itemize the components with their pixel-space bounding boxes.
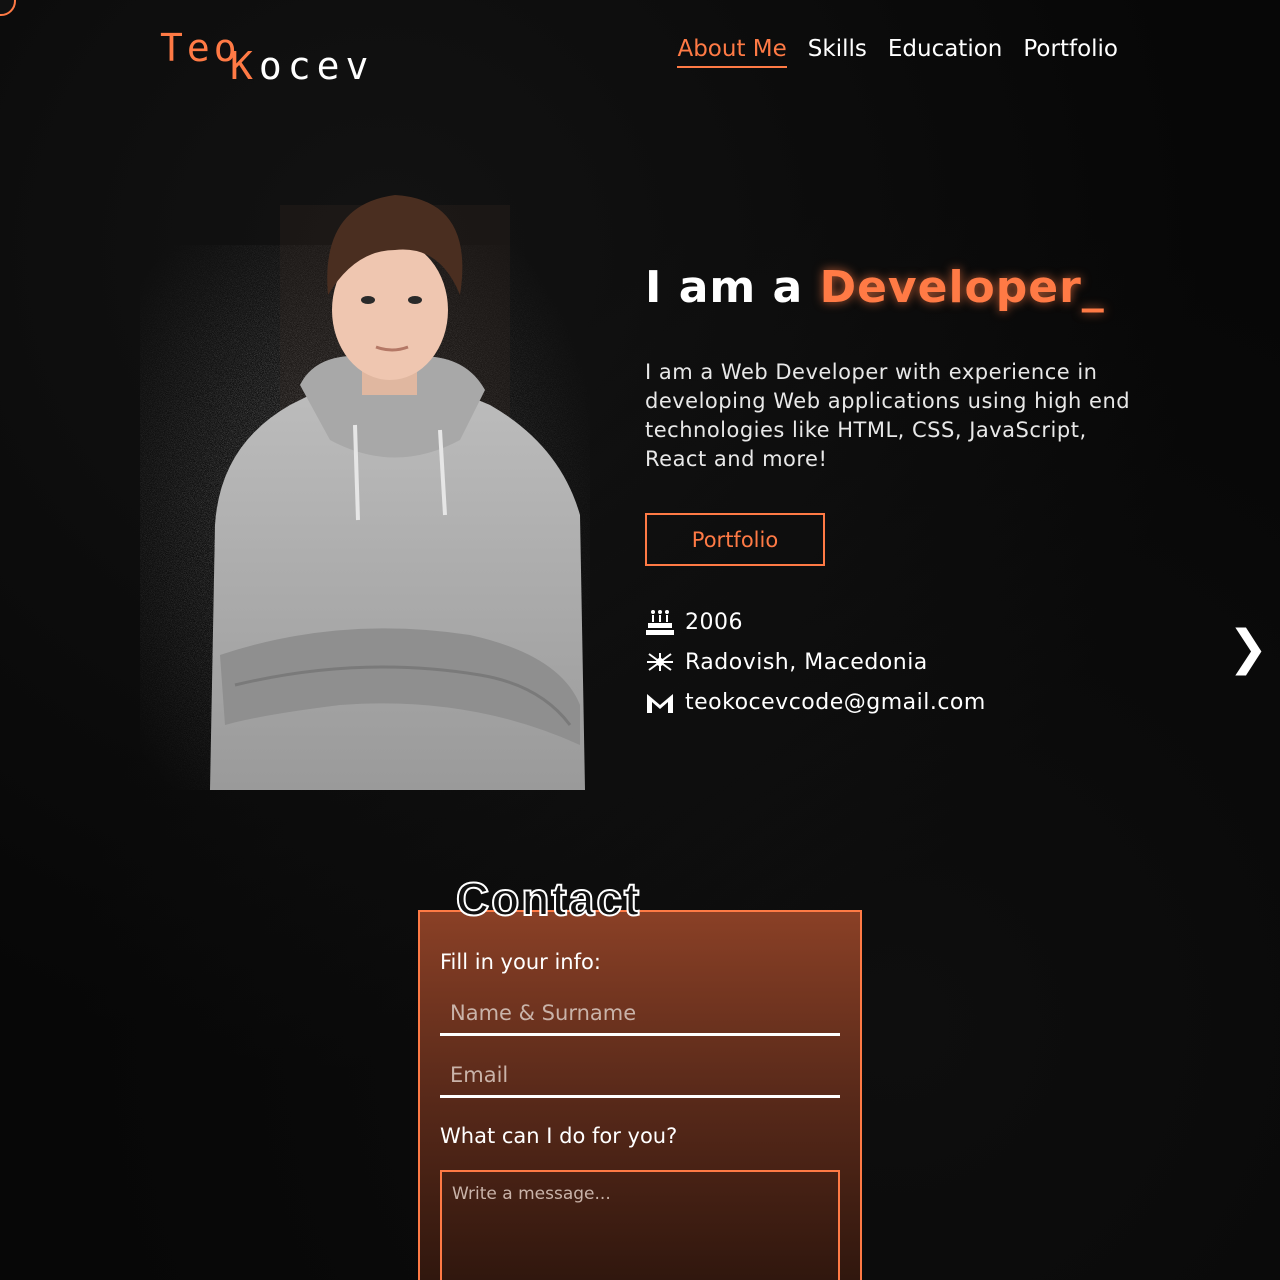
info-birth-year: 2006 [645, 602, 986, 642]
main-nav: About Me Skills Education Portfolio [677, 36, 1118, 68]
logo-last-name: Kocev [230, 44, 375, 88]
hero-intro-text: I am a Web Developer with experience in … [645, 360, 1131, 471]
cake-icon [645, 607, 675, 637]
hero-headline: I am a Developer_ [645, 262, 1105, 313]
fill-info-label: Fill in your info: [440, 950, 601, 974]
email-input[interactable] [440, 1054, 840, 1098]
email-text[interactable]: teokocevcode@gmail.com [685, 690, 986, 715]
site-logo[interactable]: Teo Kocev [160, 26, 380, 88]
headline-accent: Developer_ [819, 262, 1105, 313]
nav-education[interactable]: Education [888, 36, 1003, 68]
profile-photo [140, 195, 590, 790]
portfolio-button[interactable]: Portfolio [645, 513, 825, 566]
info-email[interactable]: teokocevcode@gmail.com [645, 682, 986, 722]
flag-icon [645, 647, 675, 677]
contact-form: Fill in your info: What can I do for you… [418, 910, 862, 1280]
name-input[interactable] [440, 992, 840, 1036]
info-location: Radovish, Macedonia [645, 642, 986, 682]
location-text: Radovish, Macedonia [685, 649, 928, 675]
birth-year-text: 2006 [685, 609, 743, 635]
contact-title: Contact [455, 872, 642, 926]
nav-about-me[interactable]: About Me [677, 36, 787, 68]
corner-badge [0, 0, 16, 16]
next-slide-arrow[interactable]: ❯ [1228, 620, 1268, 676]
logo-first-name: Teo [160, 26, 241, 70]
gmail-icon [645, 687, 675, 717]
question-label: What can I do for you? [440, 1124, 678, 1148]
nav-portfolio[interactable]: Portfolio [1023, 36, 1118, 68]
personal-info-list: 2006 Radovish, Macedonia teokocevcode@gm… [645, 602, 986, 722]
nav-skills[interactable]: Skills [808, 36, 867, 68]
message-textarea[interactable] [440, 1170, 840, 1280]
